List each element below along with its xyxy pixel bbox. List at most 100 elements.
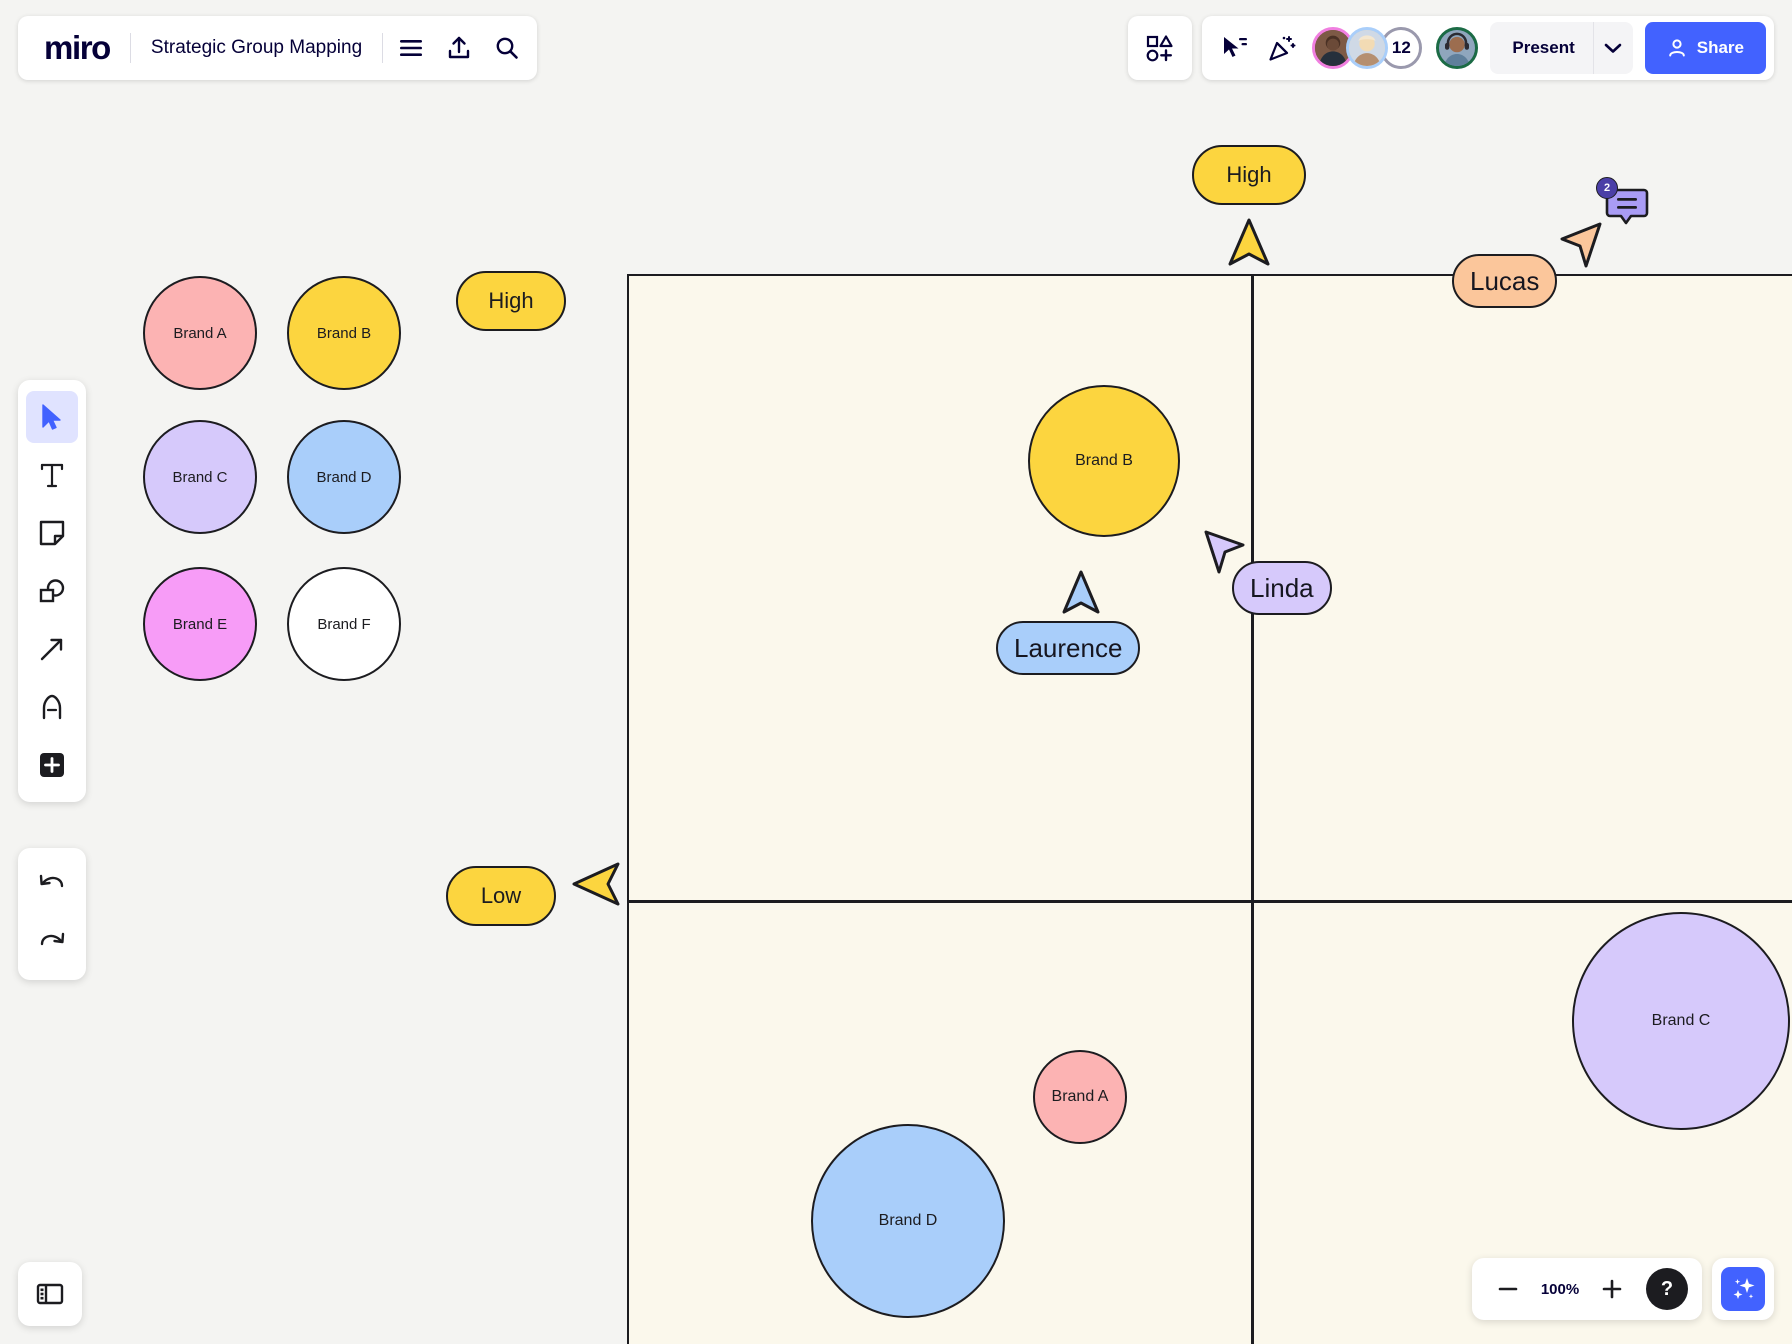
palette-bubble-brand-e[interactable]: Brand E (143, 567, 257, 681)
comment-reply-count: 2 (1596, 177, 1618, 199)
arrow-icon (40, 638, 63, 661)
presenter-cursor-low (572, 862, 622, 906)
collaborator-name: Laurence (1014, 632, 1123, 663)
shapes-templates-button[interactable] (1136, 24, 1184, 72)
matrix-bubble-brand-b[interactable]: Brand B (1028, 385, 1180, 537)
axis-label-top-high[interactable]: High (1192, 145, 1306, 205)
axis-label-left-low[interactable]: Low (446, 866, 556, 926)
matrix-bubble-brand-c[interactable]: Brand C (1572, 912, 1790, 1130)
present-control[interactable]: Present (1490, 22, 1633, 74)
palette-bubble-brand-d[interactable]: Brand D (287, 420, 401, 534)
pen-tool[interactable] (26, 681, 78, 733)
search-button[interactable] (483, 24, 531, 72)
side-panel-toggle-button[interactable] (18, 1262, 82, 1326)
collaborator-avatars[interactable]: 12 (1312, 27, 1479, 69)
zoom-out-button[interactable] (1486, 1267, 1530, 1311)
present-dropdown-button[interactable] (1592, 22, 1633, 74)
share-button[interactable]: Share (1644, 22, 1766, 74)
redo-icon (40, 932, 65, 946)
side-panel-icon (36, 1283, 64, 1305)
upload-share-icon (448, 36, 470, 59)
axis-label-left-high[interactable]: High (456, 271, 566, 331)
creation-toolbar (18, 380, 86, 802)
search-icon (496, 37, 518, 59)
select-tool[interactable] (26, 391, 78, 443)
divider (129, 33, 131, 63)
bubble-label: Brand B (1075, 452, 1133, 469)
help-button[interactable]: ? (1646, 1268, 1688, 1310)
palette-bubble-brand-b[interactable]: Brand B (287, 276, 401, 390)
zoom-level-value[interactable]: 100% (1536, 1281, 1584, 1298)
axis-label-text: Low (480, 883, 522, 908)
name-tag-linda: Linda (1232, 561, 1332, 615)
cursor-laurence (1062, 570, 1100, 616)
matrix-horizontal-divider (629, 900, 1792, 903)
hamburger-menu-icon (400, 40, 423, 56)
matrix-bubble-brand-a[interactable]: Brand A (1033, 1050, 1127, 1144)
comment-pin[interactable]: 2 (1596, 177, 1649, 228)
palette-bubble-brand-c[interactable]: Brand C (143, 420, 257, 534)
undo-icon (39, 874, 64, 888)
bubble-label: Brand D (316, 468, 372, 486)
strategic-group-matrix[interactable] (627, 274, 1792, 1344)
board-title[interactable]: Strategic Group Mapping (135, 37, 378, 59)
cursor-chat-icon (1224, 37, 1248, 57)
divider (382, 33, 384, 63)
celebration-icon (1269, 36, 1296, 61)
matrix-vertical-divider (1251, 276, 1254, 1344)
presenter-cursor-top (1228, 218, 1270, 268)
axis-label-text: High (1226, 162, 1272, 187)
zoom-in-button[interactable] (1590, 1267, 1634, 1311)
name-tag-lucas: Lucas (1452, 254, 1558, 308)
bubble-label: Brand A (173, 324, 227, 342)
cursor-chat-button[interactable] (1210, 24, 1258, 72)
share-button-label: Share (1696, 38, 1744, 57)
history-toolbar (18, 848, 86, 980)
board-header-bar: miro Strategic Group Mapping (18, 16, 538, 80)
bubble-label: Brand F (317, 615, 371, 633)
pen-icon (42, 694, 62, 720)
person-icon (1668, 39, 1685, 57)
cursor-lucas (1556, 220, 1604, 270)
more-apps-tool[interactable] (26, 739, 78, 791)
export-button[interactable] (435, 24, 483, 72)
redo-button[interactable] (26, 917, 78, 969)
name-tag-laurence: Laurence (996, 621, 1141, 675)
shapes-icon (39, 579, 65, 603)
board-actions-bar: 12 Present Share (1128, 16, 1774, 80)
shapes-tool[interactable] (26, 565, 78, 617)
text-icon (40, 463, 64, 488)
miro-logo[interactable]: miro (24, 29, 126, 67)
palette-bubble-brand-a[interactable]: Brand A (143, 276, 257, 390)
plus-icon (1602, 1279, 1622, 1299)
celebrate-button[interactable] (1258, 24, 1306, 72)
avatar-collaborator-2[interactable] (1346, 27, 1389, 69)
cursor-icon (42, 404, 61, 430)
miro-board-app: Brand A Brand B Brand C Brand D Brand E … (0, 0, 1792, 1344)
chevron-down-icon (1604, 43, 1622, 53)
undo-button[interactable] (26, 859, 78, 911)
bubble-label: Brand A (1051, 1088, 1109, 1105)
ai-assistant-button[interactable] (1712, 1258, 1774, 1320)
collaborator-name: Lucas (1470, 265, 1540, 296)
board-canvas[interactable]: Brand A Brand B Brand C Brand D Brand E … (0, 0, 1792, 1344)
text-tool[interactable] (26, 449, 78, 501)
bubble-label: Brand C (1651, 1012, 1711, 1029)
zoom-controls: 100% ? (1472, 1258, 1702, 1320)
bubble-label: Brand E (172, 615, 228, 633)
sticky-note-tool[interactable] (26, 507, 78, 559)
shapes-templates-icon (1146, 35, 1173, 62)
palette-bubble-brand-f[interactable]: Brand F (287, 567, 401, 681)
bubble-label: Brand D (878, 1212, 938, 1229)
bubble-label: Brand B (316, 324, 372, 342)
sticky-note-icon (39, 520, 65, 546)
plus-square-icon (40, 753, 64, 777)
avatar-current-user[interactable] (1436, 27, 1479, 69)
matrix-bubble-brand-d[interactable]: Brand D (811, 1124, 1005, 1318)
connector-tool[interactable] (26, 623, 78, 675)
templates-group (1128, 16, 1193, 80)
present-button[interactable]: Present (1490, 38, 1592, 58)
bubble-label: Brand C (172, 468, 228, 486)
hamburger-menu-button[interactable] (387, 24, 435, 72)
sparkles-icon (1733, 1278, 1755, 1299)
